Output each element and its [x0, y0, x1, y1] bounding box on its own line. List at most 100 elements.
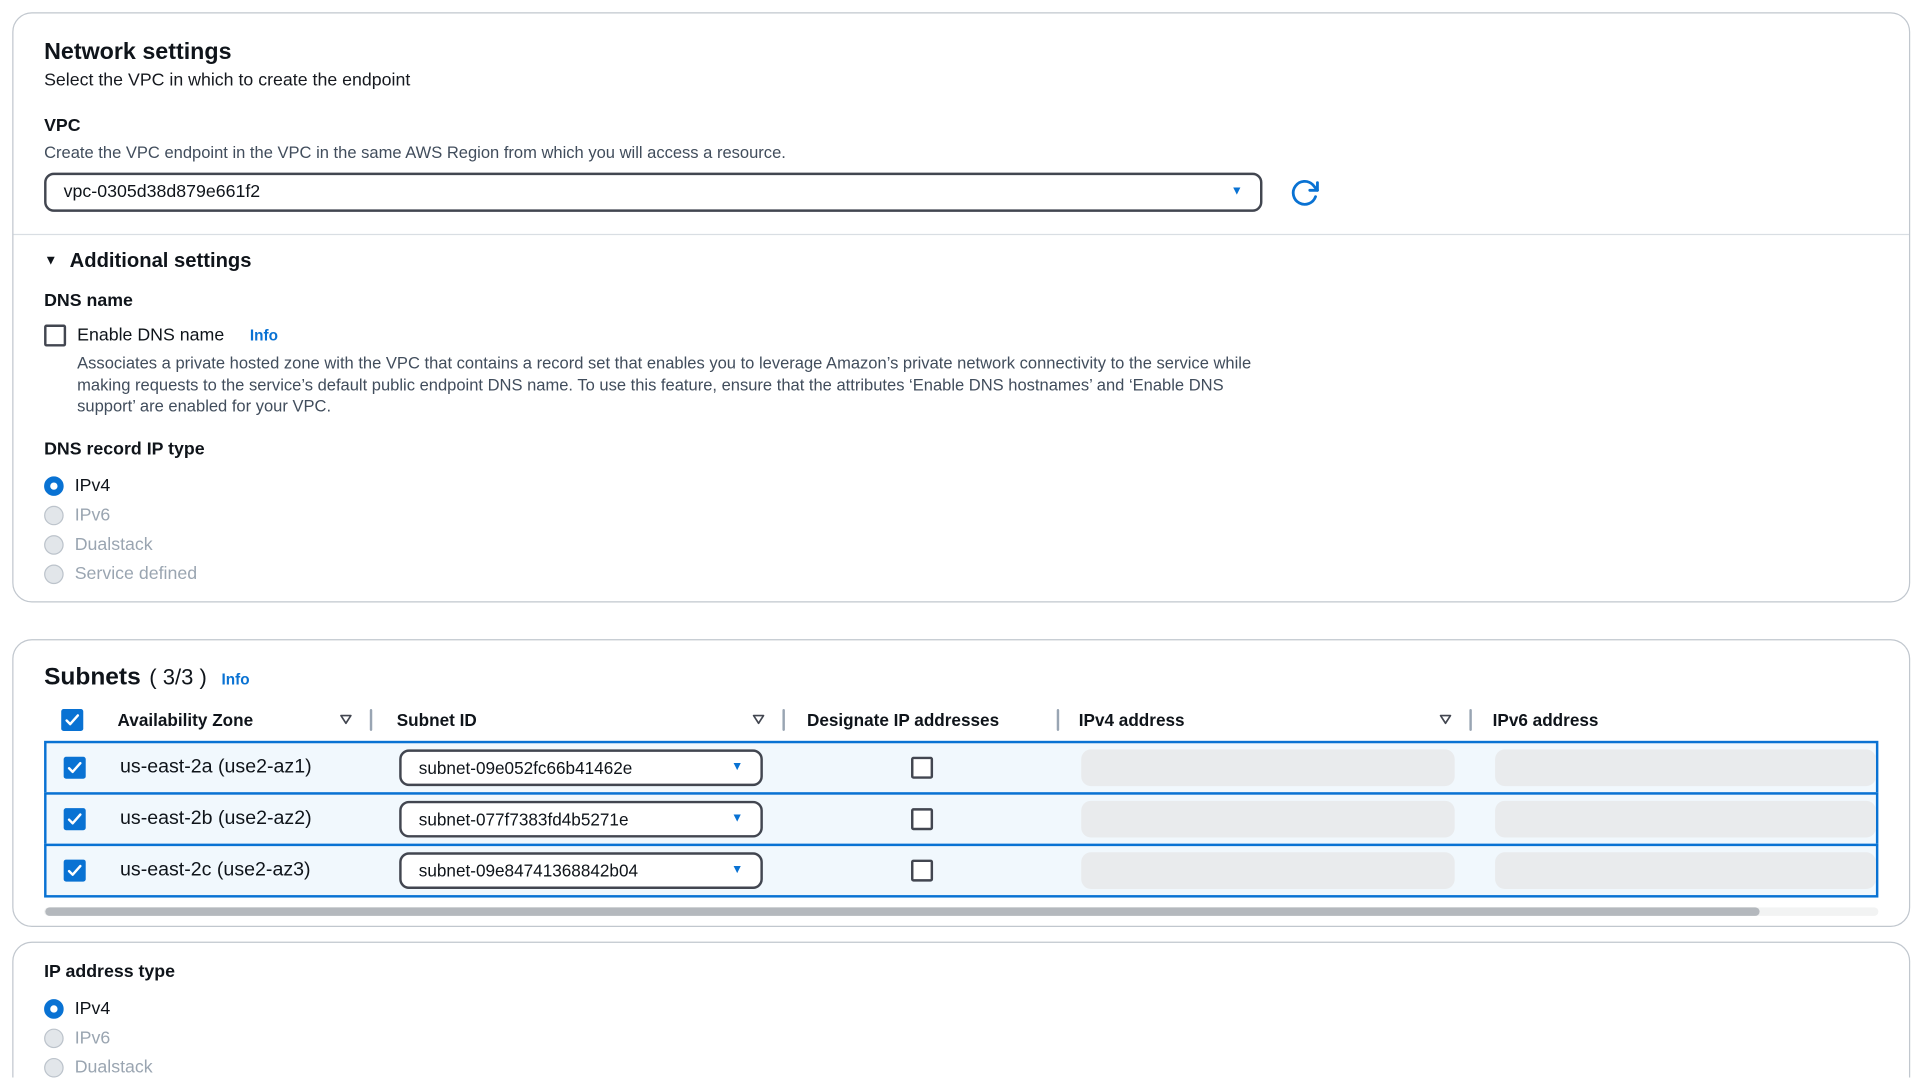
subnets-title: Subnets: [44, 662, 141, 691]
ipv4-address-input: [1081, 852, 1454, 889]
network-settings-title: Network settings: [44, 38, 1878, 66]
subnets-count: ( 3/3 ): [149, 664, 207, 690]
column-header-ipv6-address: IPv6 address: [1469, 701, 1878, 738]
ipv4-address-input: [1081, 800, 1454, 837]
column-label: Designate IP addresses: [807, 710, 999, 730]
check-icon: [67, 864, 82, 876]
subnet-select[interactable]: subnet-077f7383fd4b5271e ▼: [399, 800, 763, 837]
check-icon: [67, 812, 82, 824]
radio-disabled-icon: [44, 505, 64, 525]
additional-settings-title: Additional settings: [70, 250, 252, 273]
vpc-label: VPC: [44, 116, 1878, 137]
dns-name-info-link[interactable]: Info: [250, 327, 278, 344]
additional-settings-toggle[interactable]: ▼ Additional settings: [44, 250, 1878, 273]
row-checkbox[interactable]: [64, 808, 86, 830]
select-all-cell: [44, 701, 117, 738]
subnets-info-link[interactable]: Info: [222, 670, 250, 687]
network-settings-subtitle: Select the VPC in which to create the en…: [44, 71, 1878, 92]
designate-ip-checkbox[interactable]: [911, 808, 933, 830]
dns-name-description: Associates a private hosted zone with th…: [77, 353, 1256, 417]
ip-radio-ipv4[interactable]: IPv4: [44, 994, 1878, 1023]
row-checkbox[interactable]: [64, 756, 86, 778]
enable-dns-row: Enable DNS name Info: [44, 324, 1878, 346]
refresh-button[interactable]: [1287, 175, 1321, 209]
column-header-ipv4-address: IPv4 address: [1057, 701, 1470, 738]
column-header-subnet-id: Subnet ID: [370, 701, 783, 738]
column-label: Subnet ID: [397, 710, 477, 730]
subnet-row[interactable]: us-east-2b (use2-az2) subnet-077f7383fd4…: [44, 792, 1878, 846]
chevron-down-icon: ▼: [731, 864, 743, 876]
network-settings-card: Network settings Select the VPC in which…: [12, 12, 1910, 602]
ip-address-type-card: IP address type IPv4 IPv6 Dualstack: [12, 941, 1910, 1078]
vpc-select-row: vpc-0305d38d879e661f2 ▼: [44, 173, 1878, 212]
scrollbar-thumb[interactable]: [45, 907, 1759, 916]
radio-selected-icon: [44, 476, 64, 496]
radio-disabled-icon: [44, 1057, 64, 1077]
column-label: IPv6 address: [1493, 710, 1599, 730]
ip-address-type-group: IPv4 IPv6 Dualstack: [44, 994, 1878, 1078]
refresh-icon: [1289, 177, 1320, 208]
column-header-designate-ip: Designate IP addresses: [782, 701, 1056, 738]
radio-label: IPv6: [75, 1028, 111, 1048]
dns-name-label: DNS name: [44, 291, 1878, 312]
chevron-down-icon: ▼: [731, 812, 743, 824]
column-label: IPv4 address: [1079, 710, 1185, 730]
check-icon: [67, 761, 82, 773]
subnets-table-body: us-east-2a (use2-az1) subnet-09e052fc66b…: [44, 740, 1878, 897]
ipv4-address-input: [1081, 749, 1454, 786]
table-header: Availability Zone Subnet ID Designate IP…: [44, 701, 1878, 738]
designate-ip-checkbox[interactable]: [911, 756, 933, 778]
dns-record-ip-type-group: IPv4 IPv6 Dualstack Service defined: [44, 471, 1878, 589]
row-checkbox[interactable]: [64, 859, 86, 881]
subnet-select[interactable]: subnet-09e052fc66b41462e ▼: [399, 749, 763, 786]
dns-record-ip-type-label: DNS record IP type: [44, 439, 1878, 460]
page: Network settings Select the VPC in which…: [0, 0, 1920, 1078]
subnet-select-value: subnet-09e84741368842b04: [419, 860, 638, 880]
radio-disabled-icon: [44, 564, 64, 584]
radio-disabled-icon: [44, 1028, 64, 1048]
subnet-select[interactable]: subnet-09e84741368842b04 ▼: [399, 852, 763, 889]
ip-radio-dualstack: Dualstack: [44, 1052, 1878, 1077]
radio-label: IPv6: [75, 505, 111, 525]
sort-icon[interactable]: [339, 714, 352, 725]
radio-label: Dualstack: [75, 534, 153, 554]
sort-icon[interactable]: [1439, 714, 1452, 725]
radio-label: IPv4: [75, 999, 111, 1019]
enable-dns-checkbox[interactable]: [44, 324, 66, 346]
check-icon: [65, 713, 80, 725]
select-all-checkbox[interactable]: [61, 708, 83, 730]
radio-label: IPv4: [75, 476, 111, 496]
chevron-down-icon: ▼: [1231, 186, 1243, 198]
radio-service-defined: Service defined: [44, 559, 1878, 588]
sort-icon[interactable]: [752, 714, 765, 725]
ip-address-type-label: IP address type: [44, 962, 1878, 983]
radio-ipv4[interactable]: IPv4: [44, 471, 1878, 500]
subnet-select-value: subnet-09e052fc66b41462e: [419, 757, 633, 777]
radio-dualstack: Dualstack: [44, 530, 1878, 559]
availability-zone: us-east-2c (use2-az3): [120, 859, 311, 881]
designate-ip-checkbox[interactable]: [911, 859, 933, 881]
subnet-select-value: subnet-077f7383fd4b5271e: [419, 809, 629, 829]
radio-selected-icon: [44, 999, 64, 1019]
radio-label: Dualstack: [75, 1057, 153, 1077]
radio-disabled-icon: [44, 534, 64, 554]
radio-label: Service defined: [75, 564, 197, 584]
radio-ipv6: IPv6: [44, 500, 1878, 529]
availability-zone: us-east-2b (use2-az2): [120, 808, 312, 830]
enable-dns-label: Enable DNS name: [77, 326, 224, 346]
caret-down-icon: ▼: [44, 255, 57, 268]
subnet-row[interactable]: us-east-2c (use2-az3) subnet-09e84741368…: [44, 843, 1878, 897]
vpc-description: Create the VPC endpoint in the VPC in th…: [44, 143, 1878, 163]
column-header-availability-zone: Availability Zone: [118, 701, 370, 738]
ip-radio-ipv6: IPv6: [44, 1023, 1878, 1052]
subnets-header: Subnets ( 3/3 ) Info: [44, 662, 1878, 691]
ipv6-address-input: [1495, 800, 1876, 837]
subnets-card: Subnets ( 3/3 ) Info Availability Zone S…: [12, 639, 1910, 927]
subnet-row[interactable]: us-east-2a (use2-az1) subnet-09e052fc66b…: [44, 740, 1878, 794]
column-label: Availability Zone: [118, 710, 254, 730]
section-divider: [13, 234, 1909, 235]
ipv6-address-input: [1495, 749, 1876, 786]
chevron-down-icon: ▼: [731, 761, 743, 773]
vpc-select[interactable]: vpc-0305d38d879e661f2 ▼: [44, 173, 1262, 212]
ipv6-address-input: [1495, 852, 1876, 889]
